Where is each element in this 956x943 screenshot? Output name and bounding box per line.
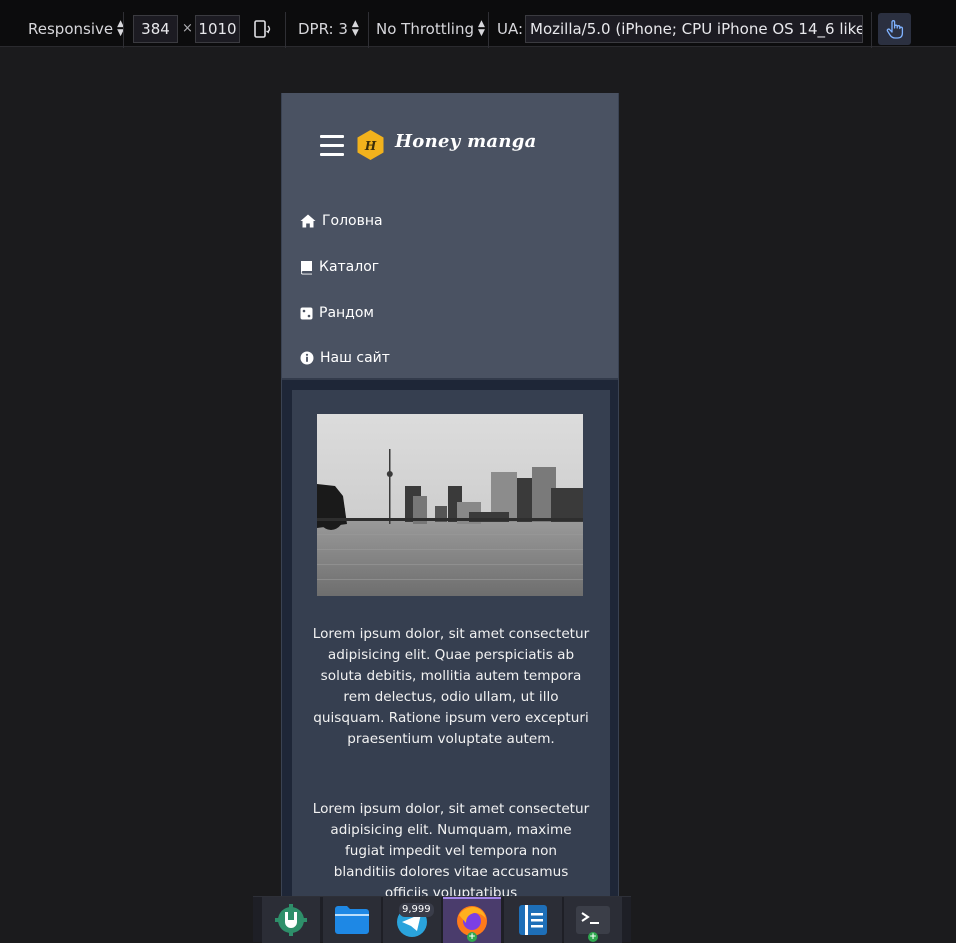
throttling-select[interactable]: No Throttling ▲ ▼: [376, 15, 485, 43]
taskbar-app-editor[interactable]: [504, 897, 562, 943]
file-manager-icon: [335, 906, 369, 934]
viewport-height-input[interactable]: 1010: [195, 15, 240, 43]
select-arrows-icon: ▲ ▼: [351, 19, 359, 38]
plus-badge-icon: +: [467, 932, 477, 942]
notification-badge: 9,999: [399, 903, 434, 917]
nav-item-label: Рандом: [319, 305, 374, 321]
taskbar-app-telegram[interactable]: 9,999: [383, 897, 441, 943]
device-mode-label: Responsive: [28, 20, 114, 38]
taskbar: 9,999 + +: [253, 896, 631, 943]
honey-hexagon-logo-icon[interactable]: H: [356, 129, 385, 161]
rotate-viewport-icon[interactable]: [252, 18, 274, 40]
devtools-toolbar: Responsive ▲ ▼ 384 × 1010 DPR: 3 ▲ ▼ No Th…: [0, 0, 956, 48]
nav-item-our-site[interactable]: Наш сайт: [300, 348, 390, 368]
nav-item-random[interactable]: Рандом: [300, 303, 374, 323]
dpr-label: DPR: 3: [298, 20, 348, 38]
svg-text:H: H: [364, 139, 377, 153]
user-agent-label: UA:: [497, 20, 524, 38]
city-river-photo: [317, 414, 583, 596]
nav-item-home[interactable]: Головна: [300, 211, 383, 231]
home-icon: [300, 214, 316, 228]
content-card: Lorem ipsum dolor, sit amet consectetur …: [292, 390, 610, 942]
select-arrows-icon: ▲ ▼: [477, 19, 485, 38]
toolbar-divider: [123, 12, 124, 48]
site-logo-text[interactable]: Honey manga: [395, 131, 537, 152]
nav-item-label: Головна: [322, 213, 383, 229]
nav-item-label: Наш сайт: [320, 350, 390, 366]
terminal-icon: [576, 906, 610, 934]
user-agent-input[interactable]: Mozilla/5.0 (iPhone; CPU iPhone OS 14_6 …: [525, 15, 863, 43]
nav-item-label: Каталог: [319, 259, 380, 275]
text-editor-icon: [519, 905, 547, 935]
dimension-separator: ×: [182, 21, 193, 36]
touch-hand-icon: [886, 20, 903, 39]
taskbar-app-terminal[interactable]: +: [564, 897, 622, 943]
taskbar-app-files[interactable]: [323, 897, 381, 943]
site-header: H Honey manga Головна Каталог Рандом Наш…: [282, 93, 618, 380]
toolbar-divider: [871, 12, 872, 48]
paragraph: Lorem ipsum dolor, sit amet consectetur …: [312, 801, 590, 901]
hamburger-menu-icon[interactable]: [320, 135, 344, 156]
info-icon: [300, 351, 314, 365]
plus-badge-icon: +: [588, 932, 598, 942]
throttling-label: No Throttling: [376, 20, 474, 38]
toolbar-divider: [488, 12, 489, 48]
settings-app-icon: [275, 904, 307, 936]
taskbar-app-firefox[interactable]: +: [443, 897, 501, 943]
dice-icon: [300, 307, 313, 319]
nav-item-catalog[interactable]: Каталог: [300, 257, 379, 277]
toolbar-divider: [368, 12, 369, 48]
book-icon: [300, 260, 312, 274]
paragraph: Lorem ipsum dolor, sit amet consectetur …: [312, 626, 590, 747]
viewport-width-input[interactable]: 384: [133, 15, 178, 43]
taskbar-app-settings[interactable]: [262, 897, 320, 943]
dpr-select[interactable]: DPR: 3 ▲ ▼: [298, 15, 359, 43]
touch-simulation-button[interactable]: [878, 13, 911, 45]
device-mode-select[interactable]: Responsive ▲ ▼: [28, 15, 124, 43]
toolbar-divider: [285, 12, 286, 48]
emulated-viewport: H Honey manga Головна Каталог Рандом Наш…: [281, 93, 619, 942]
